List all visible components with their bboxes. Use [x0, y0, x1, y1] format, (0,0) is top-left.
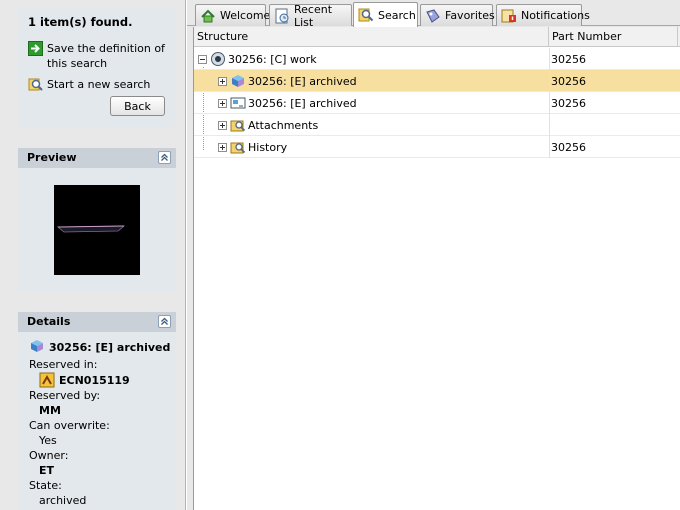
owner-value: ET — [39, 464, 55, 477]
welcome-icon — [201, 9, 215, 22]
state-value: archived — [39, 494, 87, 507]
search-result-panel: 1 item(s) found. Save the definition of … — [18, 7, 176, 127]
save-definition-label: Save the definition of this search — [47, 42, 165, 70]
table-row[interactable]: Attachments — [194, 114, 680, 136]
column-separator — [549, 136, 550, 158]
table-row[interactable]: 30256: [E] archived 30256 — [194, 70, 680, 92]
part-number-cell: 30256 — [551, 75, 586, 88]
reserved-in-value[interactable]: ECN015119 — [59, 374, 130, 387]
recent-list-icon — [275, 8, 289, 23]
part-icon — [31, 340, 43, 352]
reserved-by-value: MM — [39, 404, 61, 417]
node-label: Attachments — [248, 118, 319, 132]
notifications-icon — [501, 9, 516, 22]
state-label: State: — [29, 479, 62, 492]
part-number-cell: 30256 — [551, 53, 586, 66]
details-item-name: 30256: [E] archived — [49, 341, 171, 354]
table-row[interactable]: History 30256 — [194, 136, 680, 158]
new-search-label: Start a new search — [47, 78, 151, 91]
tree-node[interactable]: 30256: [E] archived — [218, 73, 357, 89]
tab-notifications-label: Notifications — [521, 9, 590, 22]
collapse-details-button[interactable] — [158, 315, 171, 328]
preview-header: Preview — [18, 148, 176, 168]
chevron-up-icon — [161, 153, 168, 161]
column-separator — [549, 114, 550, 136]
folder-search-icon — [230, 142, 246, 154]
save-definition-link[interactable]: Save the definition of this search — [28, 41, 168, 71]
owner-label: Owner: — [29, 449, 69, 462]
details-body: 30256: [E] archived Reserved in: ECN0151… — [18, 332, 176, 510]
left-sidebar: 1 item(s) found. Save the definition of … — [0, 0, 186, 510]
tab-search[interactable]: Search — [353, 2, 418, 27]
chevron-up-icon — [161, 317, 168, 325]
expand-toggle[interactable] — [218, 98, 227, 108]
part-preview-graphic — [56, 225, 126, 233]
expand-toggle[interactable] — [218, 120, 227, 130]
drawing-icon — [230, 97, 246, 109]
node-label: 30256: [E] archived — [248, 96, 357, 110]
tab-favorites[interactable]: Favorites — [420, 4, 495, 26]
column-header-structure[interactable]: Structure — [194, 27, 549, 47]
search-icon — [358, 8, 374, 22]
search-results-table: Structure Part Number 30256: [C] work 30… — [193, 27, 680, 510]
part-number-cell: 30256 — [551, 141, 586, 154]
details-header: Details — [18, 312, 176, 332]
preview-image — [54, 185, 140, 275]
can-overwrite-value: Yes — [39, 434, 57, 447]
tab-bar: Welcome Recent List Search Favorites Not… — [187, 0, 680, 29]
table-header: Structure Part Number — [194, 27, 680, 47]
collapse-preview-button[interactable] — [158, 151, 171, 164]
search-icon — [28, 78, 43, 91]
tab-welcome-label: Welcome — [220, 9, 271, 22]
column-separator — [549, 92, 550, 114]
tab-recent-list-label: Recent List — [294, 2, 333, 29]
tab-welcome[interactable]: Welcome — [195, 4, 270, 26]
favorites-icon — [426, 8, 440, 23]
node-label: 30256: [E] archived — [248, 74, 357, 88]
column-separator — [549, 48, 550, 70]
node-label: 30256: [C] work — [228, 52, 317, 66]
tab-favorites-label: Favorites — [445, 9, 495, 22]
main-area: Welcome Recent List Search Favorites Not… — [187, 0, 680, 510]
node-label: History — [248, 140, 288, 154]
work-node-icon — [211, 52, 225, 66]
part-icon — [232, 75, 244, 87]
preview-body — [18, 168, 176, 292]
can-overwrite-label: Can overwrite: — [29, 419, 110, 432]
new-search-link[interactable]: Start a new search — [28, 77, 150, 92]
preview-title: Preview — [27, 151, 77, 164]
column-separator — [549, 70, 550, 92]
tree-node[interactable]: 30256: [C] work — [198, 51, 317, 67]
save-arrow-icon — [28, 41, 43, 56]
table-row[interactable]: 30256: [E] archived 30256 — [194, 92, 680, 114]
tree-node[interactable]: 30256: [E] archived — [218, 95, 357, 111]
expand-toggle[interactable] — [218, 76, 227, 86]
items-found-text: 1 item(s) found. — [28, 15, 133, 29]
reserved-in-label: Reserved in: — [29, 358, 98, 371]
column-header-part-number[interactable]: Part Number — [549, 27, 678, 47]
reserved-by-label: Reserved by: — [29, 389, 101, 402]
tab-notifications[interactable]: Notifications — [496, 4, 590, 26]
tree-node[interactable]: History — [218, 139, 287, 155]
change-notice-icon[interactable] — [39, 372, 55, 388]
details-title: Details — [27, 315, 71, 328]
folder-search-icon — [230, 120, 246, 132]
back-button[interactable]: Back — [110, 96, 165, 116]
table-row[interactable]: 30256: [C] work 30256 — [194, 48, 680, 70]
tree-node[interactable]: Attachments — [218, 117, 318, 133]
tab-recent-list[interactable]: Recent List — [269, 2, 352, 29]
part-number-cell: 30256 — [551, 97, 586, 110]
tab-search-label: Search — [378, 8, 416, 22]
collapse-toggle[interactable] — [198, 54, 207, 64]
expand-toggle[interactable] — [218, 142, 227, 152]
